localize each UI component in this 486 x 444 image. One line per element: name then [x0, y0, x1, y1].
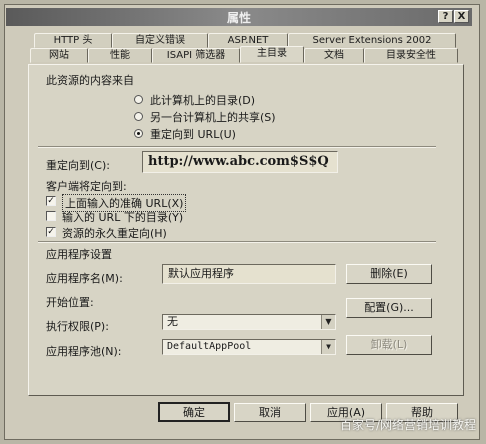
tab-http-headers[interactable]: HTTP 头 — [34, 33, 112, 48]
help-title-button[interactable]: ? — [438, 10, 453, 23]
checkbox-permanent-redirect-label: 资源的永久重定向(H) — [62, 227, 167, 240]
radio-network-share-label: 另一台计算机上的共享(S) — [150, 111, 276, 124]
radio-local-directory[interactable] — [134, 95, 143, 104]
app-settings-label: 应用程序设置 — [46, 248, 112, 261]
remove-button[interactable]: 删除(E) — [346, 264, 432, 284]
tab-custom-errors[interactable]: 自定义错误 — [112, 33, 208, 48]
client-redirect-label: 客户端将定向到: — [46, 180, 127, 193]
app-pool-value: DefaultAppPool — [167, 341, 252, 352]
separator — [38, 241, 436, 243]
checkbox-directory-below[interactable] — [46, 211, 56, 221]
tab-website[interactable]: 网站 — [30, 48, 88, 63]
radio-redirect-url-label: 重定向到 URL(U) — [150, 128, 236, 141]
dropdown-arrow-icon[interactable]: ▼ — [321, 315, 335, 329]
exec-permission-value: 无 — [167, 315, 178, 328]
radio-redirect-url[interactable] — [134, 129, 143, 138]
app-name-label: 应用程序名(M): — [46, 272, 123, 285]
radio-network-share[interactable] — [134, 112, 143, 121]
tab-performance[interactable]: 性能 — [88, 48, 152, 63]
window-title: 属性 — [226, 11, 251, 25]
tab-server-extensions[interactable]: Server Extensions 2002 — [288, 33, 456, 48]
app-pool-select[interactable]: DefaultAppPool ▼ — [162, 339, 336, 355]
tab-directory-security[interactable]: 目录安全性 — [364, 48, 458, 63]
start-position-label: 开始位置: — [46, 296, 94, 309]
dropdown-arrow-icon[interactable]: ▼ — [321, 340, 335, 354]
close-title-button[interactable]: X — [454, 10, 469, 23]
checkbox-exact-url[interactable]: ✓ — [46, 196, 56, 206]
unload-button: 卸载(L) — [346, 335, 432, 355]
app-name-input[interactable]: 默认应用程序 — [162, 264, 336, 284]
cancel-button[interactable]: 取消 — [234, 403, 306, 422]
exec-permission-select[interactable]: 无 ▼ — [162, 314, 336, 330]
exec-permission-label: 执行权限(P): — [46, 320, 109, 333]
radio-local-directory-label: 此计算机上的目录(D) — [150, 94, 256, 107]
content-source-label: 此资源的内容来自 — [46, 74, 134, 87]
title-bar: 属性 ? X — [6, 8, 472, 26]
redirect-url-input[interactable]: http://www.abc.com$S$Q — [142, 151, 338, 173]
watermark: 百家号/网络营销培训教程 — [339, 418, 476, 432]
app-pool-label: 应用程序池(N): — [46, 345, 122, 358]
configure-button[interactable]: 配置(G)... — [346, 298, 432, 318]
tab-home-directory[interactable]: 主目录 — [240, 46, 304, 63]
tab-documents[interactable]: 文档 — [304, 48, 364, 63]
tab-isapi-filters[interactable]: ISAPI 筛选器 — [152, 48, 240, 63]
ok-button[interactable]: 确定 — [158, 402, 230, 422]
checkbox-directory-below-label: 输入的 URL 下的目录(Y) — [62, 211, 184, 224]
checkbox-permanent-redirect[interactable]: ✓ — [46, 227, 56, 237]
separator — [38, 146, 436, 148]
redirect-to-label: 重定向到(C): — [46, 159, 110, 172]
